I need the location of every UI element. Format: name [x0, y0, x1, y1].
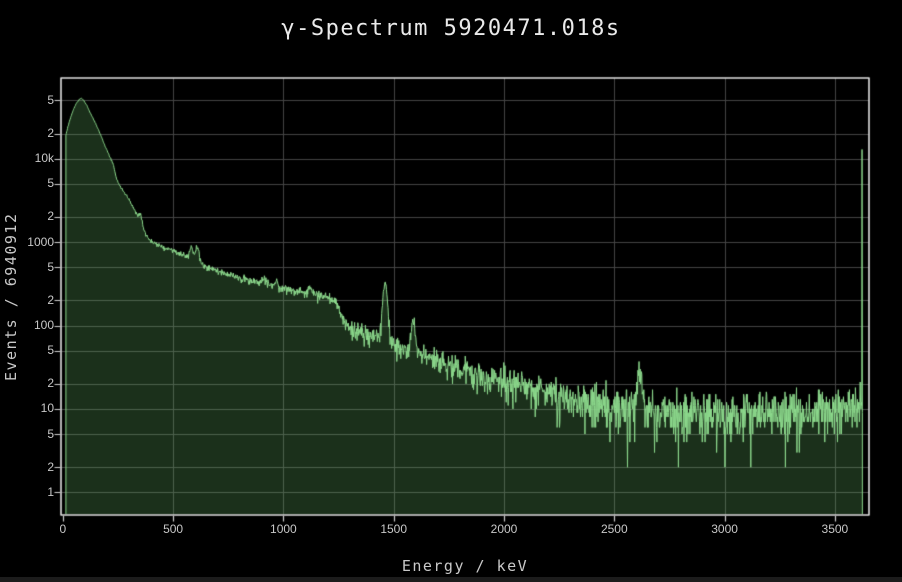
y-tick-label: 2 — [0, 126, 54, 141]
window-bottom-edge — [0, 577, 902, 582]
y-tick-label: 2 — [0, 293, 54, 308]
y-tick-label: 1000 — [0, 235, 54, 250]
y-tick-label: 2 — [0, 460, 54, 475]
x-tick-label: 1500 — [364, 522, 424, 537]
y-tick-label: 5 — [0, 343, 54, 358]
spectrum-window: { "chart": { "title": "γ-Spectrum 592047… — [0, 0, 902, 582]
spectrum-plot-area[interactable] — [0, 0, 902, 582]
x-tick-label: 2500 — [584, 522, 644, 537]
y-tick-label: 100 — [0, 318, 54, 333]
x-tick-label: 3500 — [805, 522, 865, 537]
y-tick-label: 10k — [0, 151, 54, 166]
x-tick-label: 1000 — [253, 522, 313, 537]
y-tick-label: 1 — [0, 485, 54, 500]
chart-title: γ-Spectrum 5920471.018s — [0, 16, 902, 41]
x-axis-label: Energy / keV — [61, 557, 869, 575]
y-tick-label: 2 — [0, 209, 54, 224]
y-tick-label: 5 — [0, 260, 54, 275]
x-tick-label: 3000 — [695, 522, 755, 537]
y-tick-label: 5 — [0, 93, 54, 108]
x-tick-label: 0 — [33, 522, 93, 537]
y-tick-label: 5 — [0, 427, 54, 442]
y-tick-label: 10 — [0, 401, 54, 416]
x-tick-label: 2000 — [474, 522, 534, 537]
y-tick-label: 2 — [0, 376, 54, 391]
y-tick-label: 5 — [0, 176, 54, 191]
x-tick-label: 500 — [143, 522, 203, 537]
